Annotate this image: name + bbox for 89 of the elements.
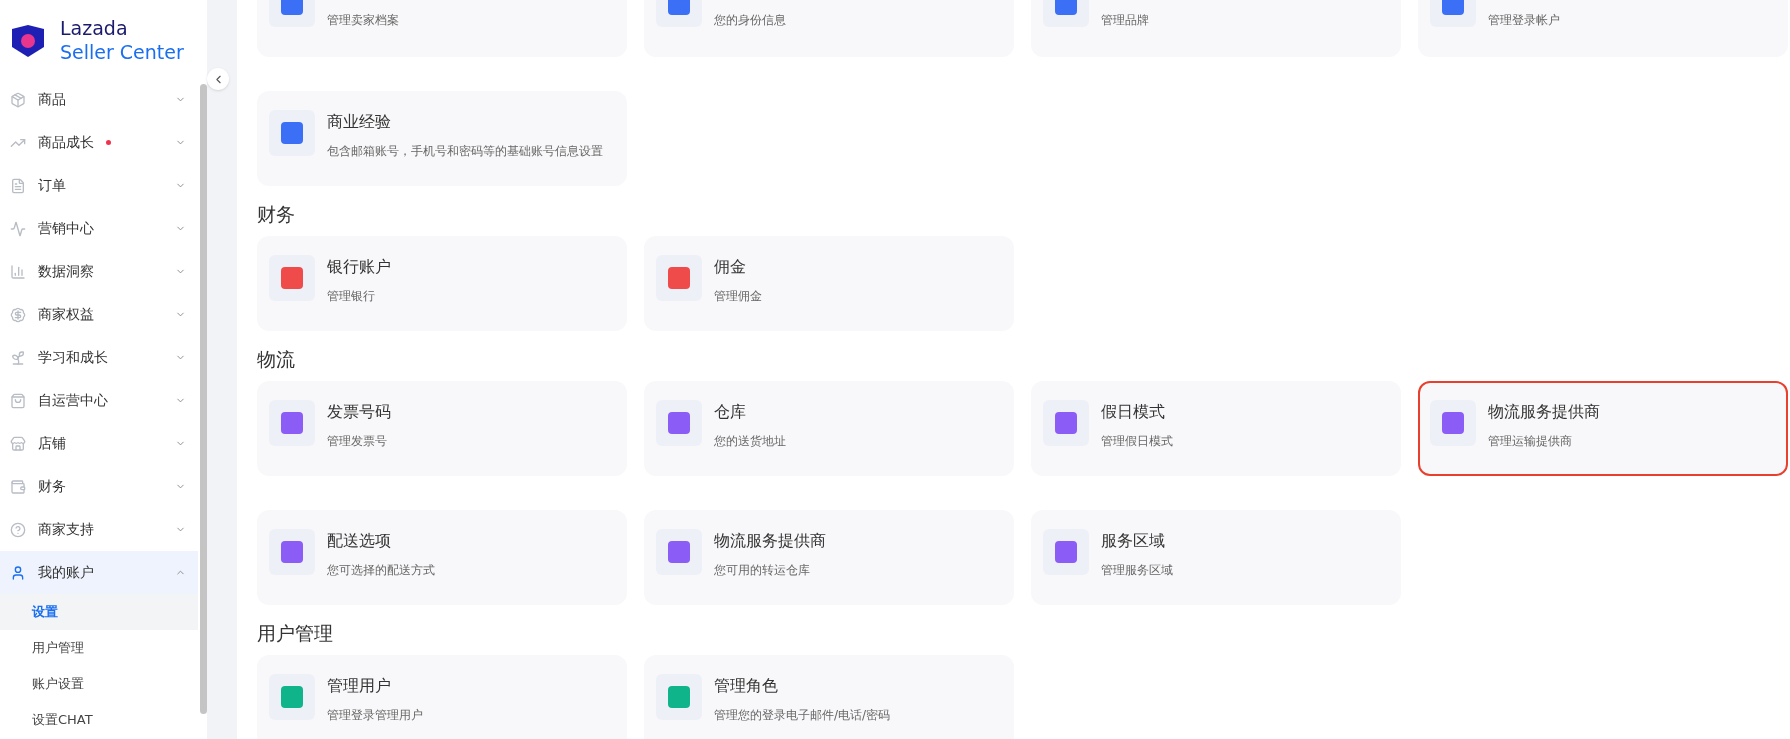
sidebar-item[interactable]: 财务: [0, 465, 198, 508]
sidebar-label: 数据洞察: [38, 262, 94, 281]
sidebar-item[interactable]: 自运营中心: [0, 379, 198, 422]
card-description: 您可选择的配送方式: [327, 562, 435, 579]
bar-chart-icon: [10, 263, 26, 280]
section-title: 用户管理: [257, 620, 334, 646]
card-title: 发票号码: [327, 402, 391, 422]
card-description: 管理运输提供商: [1488, 433, 1573, 450]
sidebar-item[interactable]: 营销中心: [0, 207, 198, 250]
sidebar-label: 学习和成长: [38, 348, 108, 367]
help-icon: [10, 521, 26, 538]
settings-card[interactable]: 物流服务提供商 管理运输提供商: [1418, 381, 1788, 476]
card-description: 管理登录帐户: [1488, 12, 1560, 29]
settings-card[interactable]: 配送选项 您可选择的配送方式: [257, 510, 627, 605]
settings-card[interactable]: 假日模式 管理假日模式: [1031, 381, 1401, 476]
dollar-badge-icon: [10, 306, 26, 323]
sidebar-item[interactable]: 商品成长: [0, 121, 198, 164]
section-title: 财务: [257, 201, 296, 227]
card-title: 管理用户: [327, 676, 392, 696]
settings-card[interactable]: 佣金 管理佣金: [644, 236, 1014, 331]
card-title: 服务区域: [1101, 531, 1166, 551]
sidebar-label: 店铺: [38, 434, 66, 453]
sidebar-label: 商品成长: [38, 133, 94, 152]
logo-text: Seller Center: [60, 41, 184, 65]
sidebar-item[interactable]: 商家权益: [0, 293, 198, 336]
card-title: 佣金: [714, 257, 747, 277]
sidebar-item[interactable]: 学习和成长: [0, 336, 198, 379]
user-icon: [10, 564, 26, 581]
sidebar-label: 商家支持: [38, 520, 94, 539]
scrollbar[interactable]: [200, 84, 207, 714]
card-description: 管理服务区域: [1101, 562, 1173, 579]
settings-card[interactable]: 仓库 您的送货地址: [644, 381, 1014, 476]
submenu-item[interactable]: 设置: [0, 594, 198, 630]
card-title: 物流服务提供商: [714, 531, 826, 551]
settings-card[interactable]: 管理登录帐户: [1418, 0, 1788, 57]
sidebar-item[interactable]: 店铺: [0, 422, 198, 465]
sidebar-label: 我的账户: [38, 563, 94, 582]
card-description: 您的身份信息: [714, 12, 786, 29]
card-title: 商业经验: [327, 112, 392, 132]
sprout-icon: [10, 349, 26, 366]
sidebar-item[interactable]: 商品: [0, 78, 198, 121]
card-title: 仓库: [714, 402, 747, 422]
settings-card[interactable]: 您的身份信息: [644, 0, 1014, 57]
card-description: 管理佣金: [714, 288, 762, 305]
settings-card[interactable]: 服务区域 管理服务区域: [1031, 510, 1401, 605]
card-title: 配送选项: [327, 531, 392, 551]
settings-card[interactable]: 管理品牌: [1031, 0, 1401, 57]
sidebar-label: 订单: [38, 176, 66, 195]
section-title: 物流: [257, 346, 296, 372]
card-description: 管理登录管理用户: [327, 707, 423, 724]
sidebar-label: 商品: [38, 90, 66, 109]
sidebar-label: 营销中心: [38, 219, 94, 238]
settings-card[interactable]: 物流服务提供商 您可用的转运仓库: [644, 510, 1014, 605]
settings-card[interactable]: 管理角色 管理您的登录电子邮件/电话/密码: [644, 655, 1014, 739]
bag-icon: [10, 392, 26, 409]
wallet-icon: [10, 478, 26, 495]
card-title: 假日模式: [1101, 402, 1166, 422]
document-icon: [10, 177, 26, 194]
settings-card[interactable]: 发票号码 管理发票号: [257, 381, 627, 476]
card-description: 管理卖家档案: [327, 12, 399, 29]
card-description: 包含邮箱账号，手机号和密码等的基础账号信息设置: [327, 143, 603, 160]
sidebar-label: 财务: [38, 477, 66, 496]
sidebar-label: 自运营中心: [38, 391, 108, 410]
card-description: 您的送货地址: [714, 433, 786, 450]
card-description: 管理您的登录电子邮件/电话/密码: [714, 707, 891, 724]
card-description: 管理发票号: [327, 433, 388, 450]
submenu-item[interactable]: 账户设置: [0, 666, 198, 702]
card-description: 管理品牌: [1101, 12, 1149, 29]
card-description: 管理银行: [327, 288, 376, 305]
settings-card[interactable]: 商业经验 包含邮箱账号，手机号和密码等的基础账号信息设置: [257, 91, 627, 186]
store-icon: [10, 435, 26, 452]
card-description: 管理假日模式: [1101, 433, 1173, 450]
submenu-item[interactable]: 设置CHAT: [0, 702, 198, 738]
card-description: 您可用的转运仓库: [714, 562, 811, 579]
card-title: 物流服务提供商: [1488, 402, 1600, 422]
submenu-item[interactable]: 用户管理: [0, 630, 198, 666]
card-title: 银行账户: [327, 257, 391, 277]
activity-icon: [10, 220, 26, 237]
sidebar-label: 商家权益: [38, 305, 94, 324]
sidebar-item[interactable]: 我的账户: [0, 551, 198, 594]
logo-text: Lazada: [60, 17, 129, 41]
card-title: 管理角色: [714, 676, 779, 696]
sidebar-item[interactable]: 订单: [0, 164, 198, 207]
sidebar-item[interactable]: 数据洞察: [0, 250, 198, 293]
settings-card[interactable]: 银行账户 管理银行: [257, 236, 627, 331]
sidebar-item[interactable]: 商家支持: [0, 508, 198, 551]
settings-card[interactable]: 管理用户 管理登录管理用户: [257, 655, 627, 739]
settings-card[interactable]: 管理卖家档案: [257, 0, 627, 57]
box-icon: [10, 91, 26, 108]
